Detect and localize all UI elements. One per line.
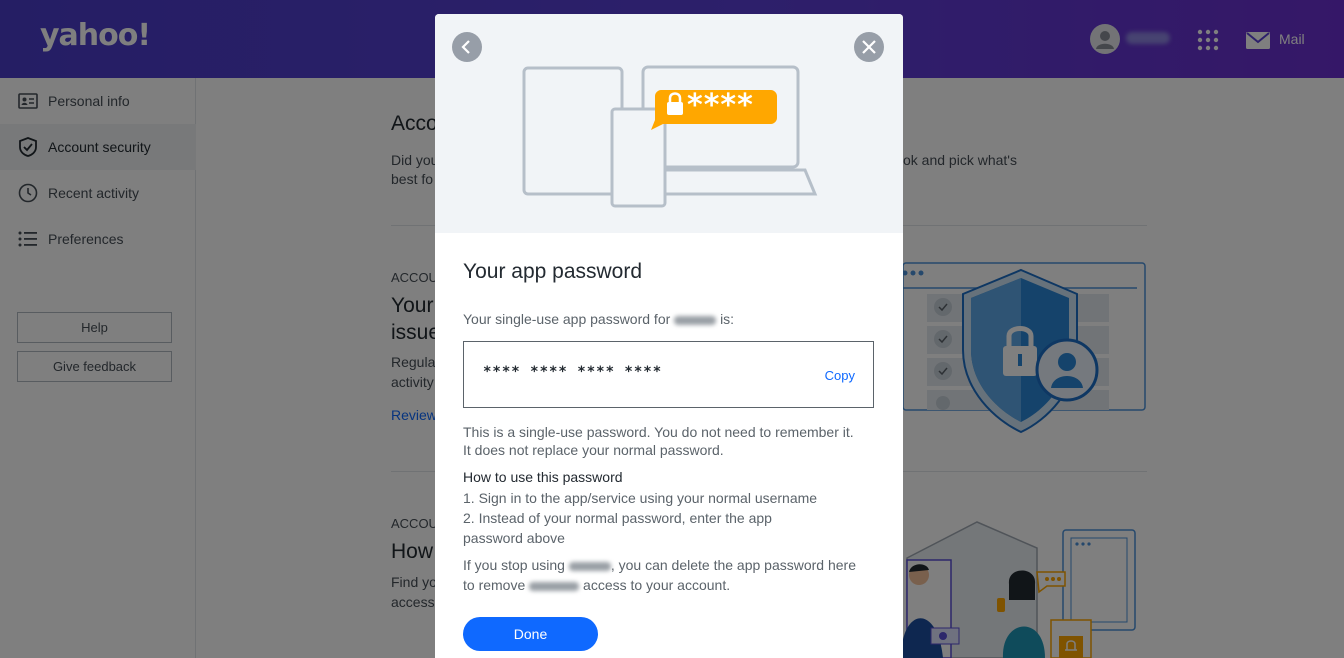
app-name-redacted [674, 315, 717, 325]
done-button[interactable]: Done [463, 617, 598, 651]
copy-button[interactable]: Copy [825, 368, 855, 383]
stop-prefix: If you stop using [463, 557, 565, 573]
chevron-left-icon [461, 40, 470, 54]
password-value[interactable]: **** **** **** **** [483, 364, 662, 380]
howto-step: 2. Instead of your normal password, ente… [463, 510, 772, 526]
app-password-modal: **** Your app password Your single-use a… [435, 14, 903, 658]
close-button[interactable] [854, 32, 884, 62]
password-badge-text: **** [687, 88, 754, 123]
app-name-redacted [568, 561, 611, 571]
password-box: **** **** **** **** Copy [463, 341, 874, 408]
password-intro: Your single-use app password for is: [463, 309, 734, 329]
close-icon [862, 40, 876, 54]
intro-suffix: is: [720, 311, 735, 327]
howto-step: password above [463, 530, 565, 546]
app-name-redacted [529, 581, 580, 591]
note-text: It does not replace your normal password… [463, 442, 724, 458]
stop-using-text: If you stop using , you can delete the a… [463, 555, 856, 575]
howto-heading: How to use this password [463, 469, 623, 485]
intro-prefix: Your single-use app password for [463, 311, 671, 327]
modal-title: Your app password [463, 260, 643, 283]
devices-illustration [522, 65, 818, 208]
remove-access-text: to remove access to your account. [463, 575, 730, 595]
back-button[interactable] [452, 32, 482, 62]
modal-hero: **** [435, 14, 903, 233]
howto-step: 1. Sign in to the app/service using your… [463, 490, 818, 506]
remove-prefix: to remove [463, 577, 526, 593]
remove-suffix: access to your account. [583, 577, 731, 593]
stop-suffix: , you can delete the app password here [610, 557, 857, 573]
note-text: This is a single-use password. You do no… [463, 424, 854, 440]
